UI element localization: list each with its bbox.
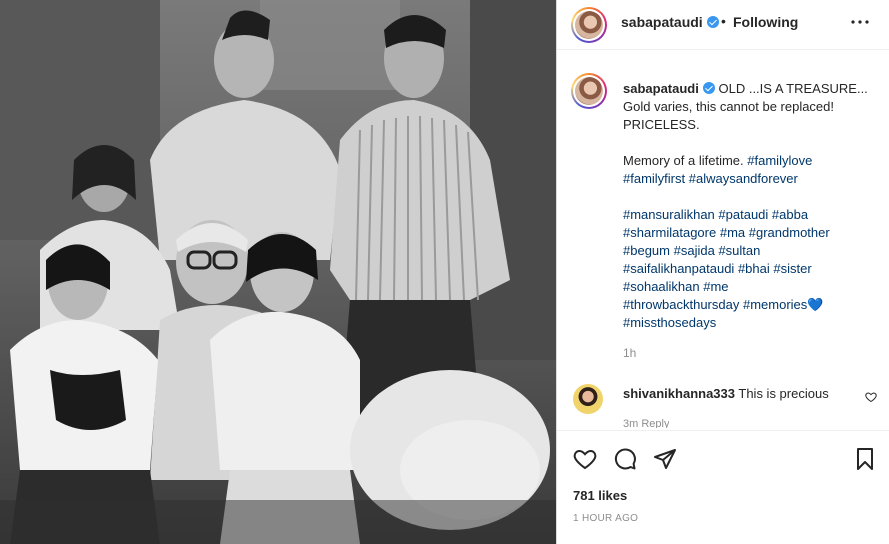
comment-item: shivanikhanna333 This is precious <box>623 386 829 401</box>
comment-username[interactable]: shivanikhanna333 <box>623 386 735 401</box>
blue-heart-emoji: 💙 <box>807 297 824 312</box>
hashtag-link[interactable]: #sister <box>773 261 811 276</box>
post-timestamp[interactable]: 1 HOUR AGO <box>573 513 638 524</box>
hashtag-link[interactable]: #mansuralikhan <box>623 207 715 222</box>
hashtag-link[interactable]: #familylove <box>747 153 812 168</box>
hashtag-link[interactable]: #sharmilatagore <box>623 225 716 240</box>
comment-text: This is precious <box>738 386 829 401</box>
comment-like-heart-icon[interactable] <box>865 390 877 408</box>
heart-icon[interactable] <box>573 447 597 476</box>
caption-text-4: Memory of a lifetime. <box>623 153 744 168</box>
author-username-text[interactable]: sabapataudi <box>621 14 703 30</box>
bookmark-icon[interactable] <box>853 447 877 476</box>
hashtag-link[interactable]: #begum <box>623 243 670 258</box>
post-header: sabapataudi • Following <box>557 0 889 50</box>
hashtag-link[interactable]: #me <box>703 279 728 294</box>
commenter-avatar[interactable] <box>573 384 603 414</box>
author-avatar[interactable] <box>571 7 607 43</box>
caption-timestamp[interactable]: 1h <box>623 346 636 360</box>
comment-icon[interactable] <box>613 447 637 476</box>
hashtag-link[interactable]: #pataudi <box>718 207 768 222</box>
caption-text-2: Gold varies, this cannot be replaced! <box>623 99 835 114</box>
following-button[interactable]: Following <box>733 14 798 30</box>
hashtag-link[interactable]: #memories <box>743 297 807 312</box>
post-photo[interactable] <box>0 0 556 544</box>
hashtag-link[interactable]: #throwbackthursday <box>623 297 739 312</box>
caption-username[interactable]: sabapataudi <box>623 81 699 96</box>
post-side-panel: sabapataudi • Following sabapataudi OLD … <box>556 0 889 544</box>
header-separator: • <box>721 13 726 29</box>
hashtag-link[interactable]: #alwaysandforever <box>689 171 798 186</box>
hashtag-link[interactable]: #abba <box>772 207 808 222</box>
hashtag-link[interactable]: #missthosedays <box>623 315 716 330</box>
post-actions: 781 likes 1 HOUR AGO <box>557 430 889 544</box>
likes-count[interactable]: 781 likes <box>573 488 627 503</box>
hashtag-link[interactable]: #sultan <box>718 243 760 258</box>
more-options-icon[interactable] <box>848 10 872 40</box>
caption-avatar[interactable] <box>571 73 607 109</box>
author-username[interactable]: sabapataudi <box>621 14 719 30</box>
hashtag-link[interactable]: #bhai <box>738 261 770 276</box>
hashtag-link[interactable]: #ma <box>720 225 745 240</box>
caption-text-1: OLD ...IS A TREASURE... <box>718 81 868 96</box>
hashtag-link[interactable]: #saifalikhanpataudi <box>623 261 734 276</box>
verified-badge-icon <box>706 16 719 28</box>
hashtag-link[interactable]: #sajida <box>674 243 715 258</box>
post-caption: sabapataudi OLD ...IS A TREASURE... Gold… <box>623 80 875 332</box>
send-icon[interactable] <box>653 447 677 476</box>
hashtag-link[interactable]: #sohaalikhan <box>623 279 700 294</box>
verified-badge-icon <box>702 82 715 94</box>
hashtag-link[interactable]: #grandmother <box>749 225 830 240</box>
family-photo-image <box>0 0 556 544</box>
comment-meta[interactable]: 3m Reply <box>623 418 669 428</box>
hashtag-link[interactable]: #familyfirst <box>623 171 685 186</box>
caption-text-3: PRICELESS. <box>623 117 700 132</box>
